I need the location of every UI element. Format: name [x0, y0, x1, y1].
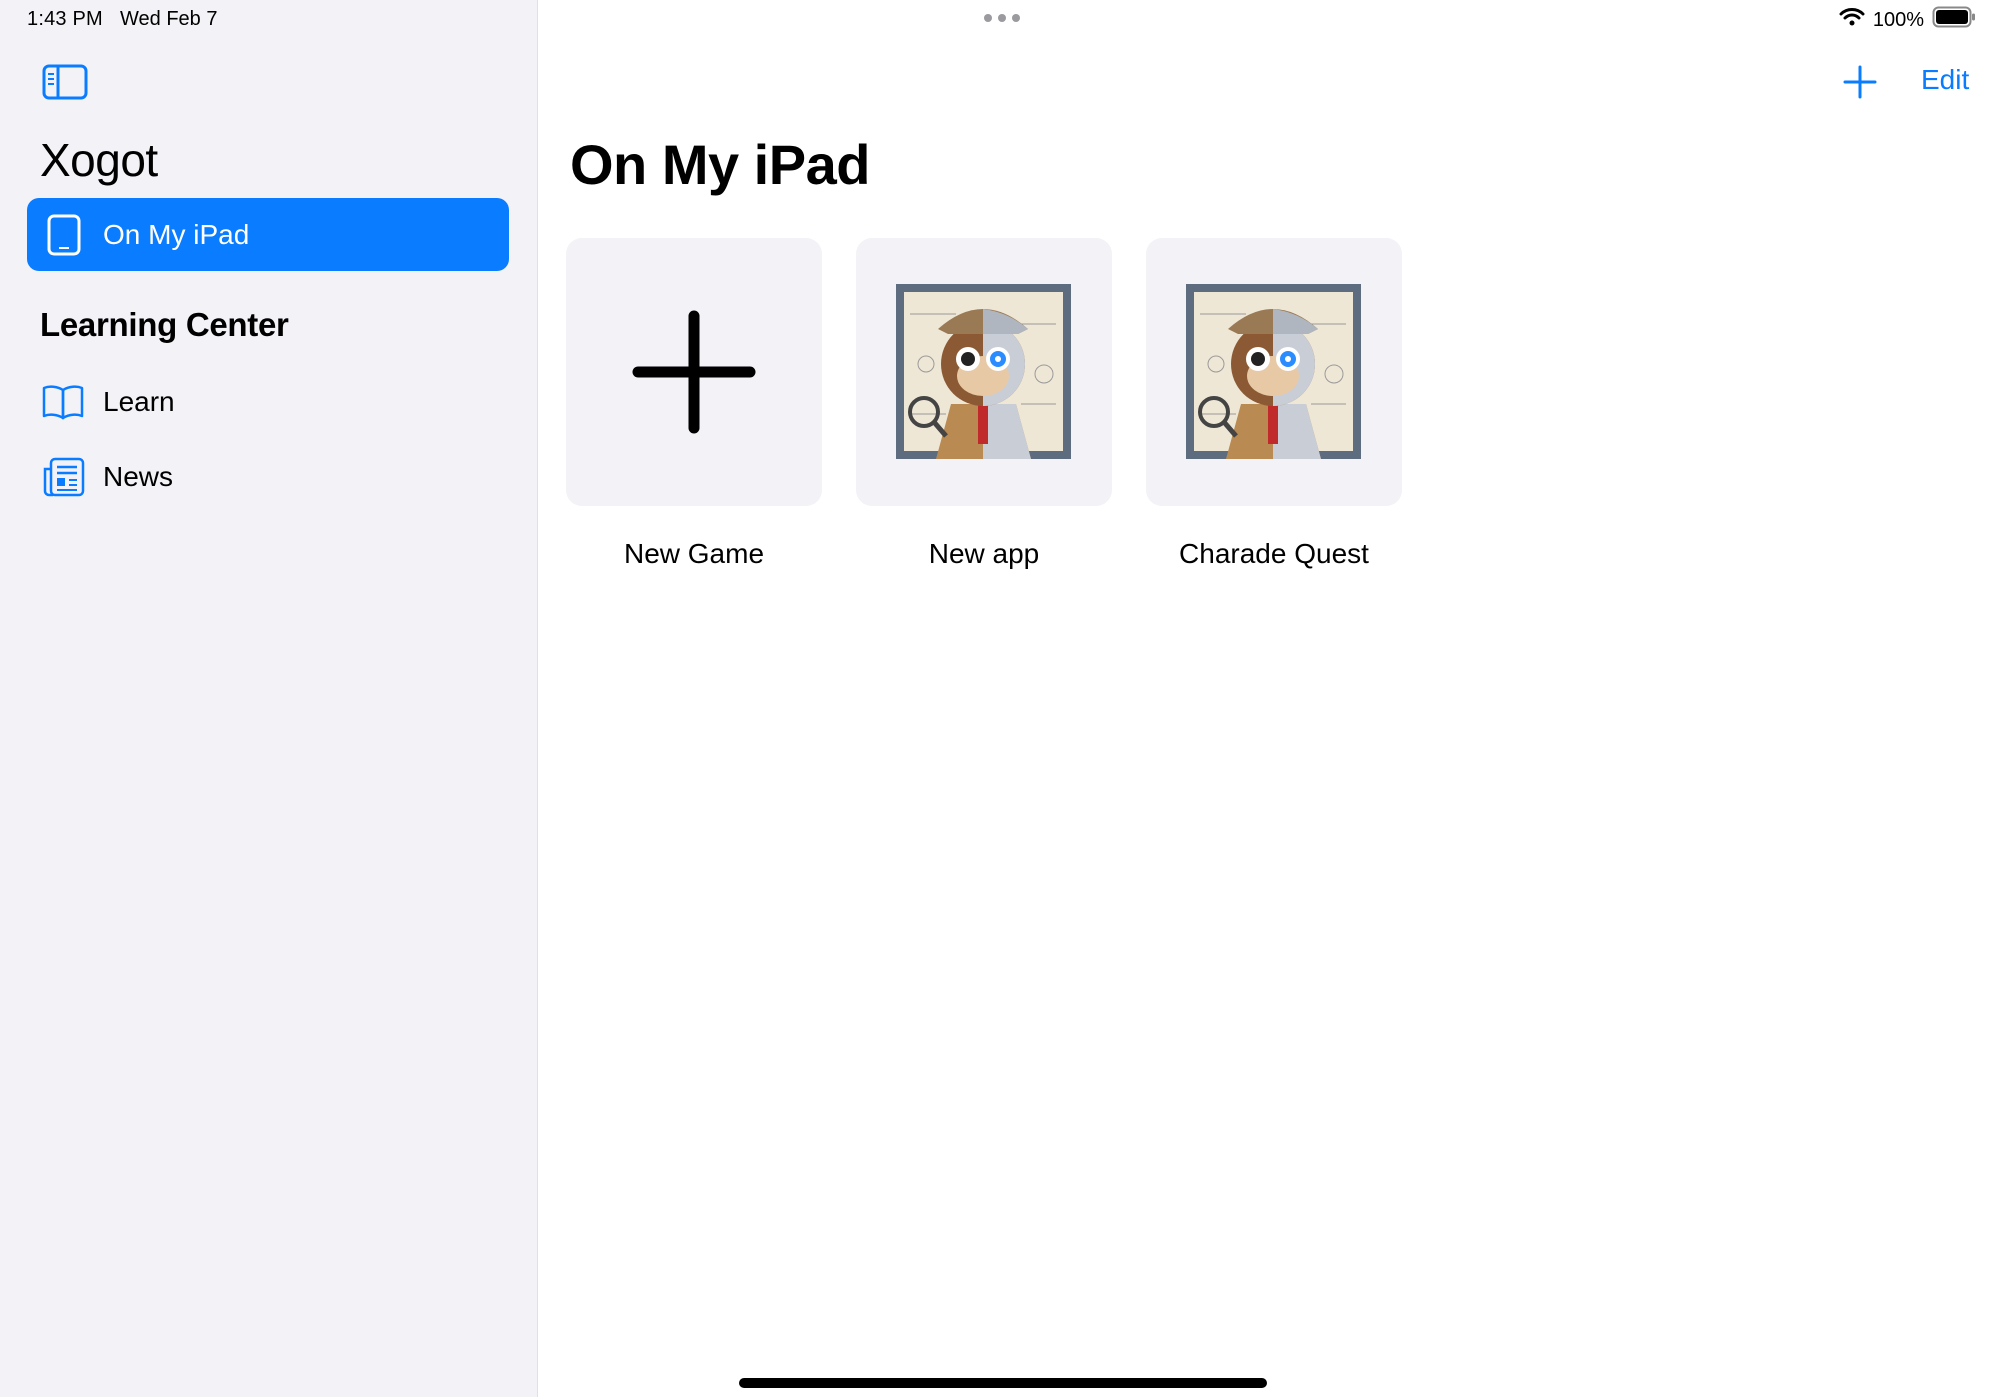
battery-icon	[1932, 6, 1976, 34]
monkey-detective-robot-thumbnail	[1186, 284, 1361, 459]
sidebar-item-label: News	[103, 461, 174, 492]
multitasking-dots-icon[interactable]	[984, 14, 1020, 22]
battery-percent: 100%	[1872, 8, 1924, 31]
monkey-detective-robot-thumbnail	[896, 284, 1071, 459]
sidebar-toggle-icon[interactable]	[42, 64, 88, 100]
sidebar: 1:43 PM Wed Feb 7 Xogot On My iPad Learn…	[0, 0, 538, 1397]
main-content: 100% Edit On My iPad New Game New app Ch…	[538, 0, 2000, 1397]
app-title: Xogot	[40, 134, 158, 186]
sidebar-item-news[interactable]: News	[27, 445, 509, 509]
tile-label: New app	[928, 538, 1040, 569]
add-button[interactable]	[1842, 64, 1878, 100]
book-icon	[41, 382, 85, 422]
new-game-tile[interactable]: New Game	[566, 238, 822, 569]
tile-background	[856, 238, 1112, 506]
tile-label: New Game	[623, 538, 765, 569]
tile-label: Charade Quest	[1179, 538, 1369, 569]
project-tile-new-app[interactable]: New app	[856, 238, 1112, 569]
newspaper-icon	[41, 457, 85, 497]
tile-background	[566, 238, 822, 506]
page-title: On My iPad	[570, 133, 870, 196]
edit-button[interactable]: Edit	[1921, 64, 1969, 96]
tile-background	[1146, 238, 1402, 506]
section-header-learning-center: Learning Center	[40, 306, 289, 343]
sidebar-item-on-my-ipad[interactable]: On My iPad	[27, 198, 509, 271]
sidebar-item-label: On My iPad	[103, 218, 250, 250]
status-date: Wed Feb 7	[120, 8, 218, 30]
status-time: 1:43 PM	[27, 8, 103, 30]
sidebar-item-label: Learn	[103, 386, 175, 417]
wifi-icon	[1839, 7, 1865, 33]
sidebar-item-learn[interactable]: Learn	[27, 370, 509, 434]
plus-icon	[632, 310, 756, 439]
home-indicator[interactable]	[739, 1378, 1267, 1388]
project-tile-charade-quest[interactable]: Charade Quest	[1146, 238, 1402, 569]
plus-icon	[1842, 65, 1878, 104]
status-indicators: 100%	[1839, 6, 1976, 34]
ipad-icon	[47, 214, 81, 256]
